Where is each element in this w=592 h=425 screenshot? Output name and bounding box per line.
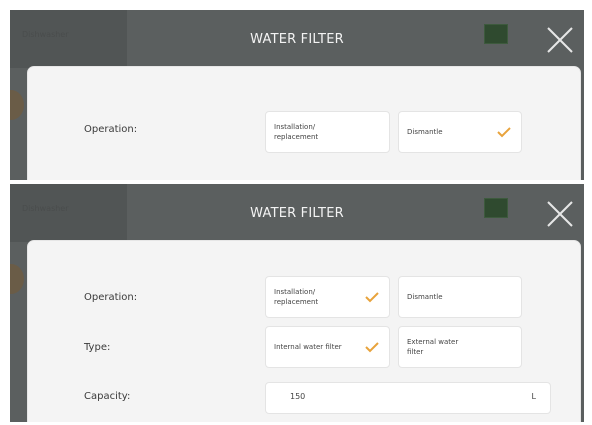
option-label: Installation/ replacement [274, 288, 319, 306]
option-external-water-filter[interactable]: External water filter [398, 326, 522, 368]
option-internal-water-filter[interactable]: Internal water filter [265, 326, 390, 368]
water-filter-screen-dismantle: Dishwasher WATER FILTER Operation: Insta… [10, 10, 584, 180]
option-dismantle[interactable]: Dismantle [398, 111, 522, 153]
option-label: Dismantle [407, 293, 443, 301]
capacity-unit: L [531, 392, 536, 401]
option-label: Internal water filter [274, 343, 342, 351]
operation-label: Operation: [84, 124, 138, 135]
status-indicator [484, 24, 508, 44]
check-icon [365, 342, 379, 353]
close-button[interactable] [542, 196, 578, 232]
close-button[interactable] [542, 22, 578, 58]
option-installation-replacement[interactable]: Installation/ replacement [265, 111, 390, 153]
option-label: Installation/ replacement [274, 123, 319, 141]
option-installation-replacement[interactable]: Installation/ replacement [265, 276, 390, 318]
check-icon [497, 127, 511, 138]
check-icon [365, 292, 379, 303]
capacity-value: 150 [290, 392, 306, 401]
settings-card: Operation: Installation/ replacement Dis… [27, 240, 581, 422]
option-dismantle[interactable]: Dismantle [398, 276, 522, 318]
water-filter-screen-installation: Dishwasher WATER FILTER Operation: Insta… [10, 184, 584, 422]
sidebar-decoration [10, 90, 24, 120]
close-icon [547, 27, 573, 53]
status-indicator [484, 198, 508, 218]
operation-label: Operation: [84, 292, 138, 303]
type-label: Type: [84, 342, 111, 353]
sidebar-decoration [10, 264, 24, 294]
option-label: Dismantle [407, 128, 443, 136]
capacity-label: Capacity: [84, 391, 131, 402]
capacity-input[interactable]: 150 L [265, 382, 551, 414]
settings-card: Operation: Installation/ replacement Dis… [27, 66, 581, 180]
close-icon [547, 201, 573, 227]
option-label: External water filter [407, 338, 459, 356]
